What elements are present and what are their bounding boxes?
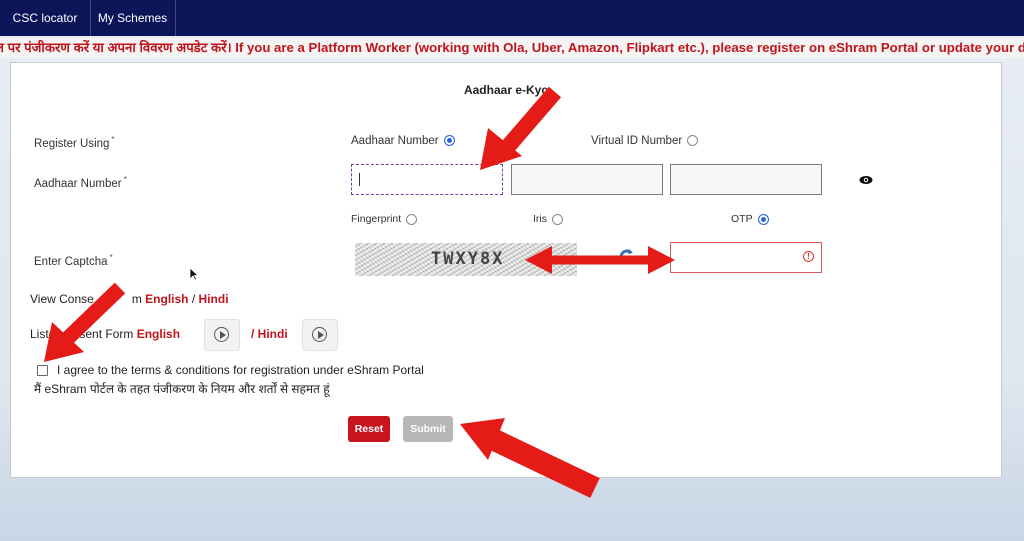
radio-otp-selected[interactable]: [757, 213, 769, 225]
radio-aadhaar-selected[interactable]: [443, 135, 455, 147]
captcha-label-text: Enter Captcha: [34, 255, 108, 268]
form-title: Aadhaar e-Kyc: [463, 83, 549, 97]
play-hindi-button[interactable]: [302, 319, 338, 351]
consent-english-link[interactable]: English: [145, 292, 188, 306]
nav-my-schemes[interactable]: My Schemes: [90, 0, 176, 36]
radio-iris-circle[interactable]: [552, 213, 563, 225]
otp-label: OTP: [731, 213, 753, 225]
error-icon: !: [803, 251, 814, 262]
radio-virtual-id-label: Virtual ID Number: [591, 135, 683, 147]
play-triangle: [220, 331, 226, 339]
play-english-button[interactable]: [204, 319, 240, 351]
listen-separator: /: [251, 327, 258, 341]
radio-fingerprint-circle[interactable]: [406, 213, 418, 225]
aadhaar-input-part-1[interactable]: [351, 164, 503, 195]
aadhaar-input-part-3[interactable]: [670, 164, 822, 195]
consent-separator: /: [191, 292, 196, 306]
consent-hindi-link[interactable]: Hindi: [199, 292, 229, 306]
listen-hindi-row: / Hindi: [251, 327, 288, 341]
captcha-label: Enter Captcha *: [34, 253, 113, 268]
view-consent-form-row: View Conse m English / Hindi: [30, 292, 229, 306]
play-triangle: [318, 331, 324, 339]
radio-fingerprint[interactable]: Fingerprint: [351, 213, 418, 225]
radio-otp[interactable]: OTP: [731, 213, 769, 225]
refresh-icon[interactable]: [616, 246, 638, 273]
register-using-label: Register Using *: [34, 135, 115, 150]
eye-icon[interactable]: [859, 173, 873, 188]
required-mark: *: [123, 175, 127, 184]
listen-prefix: Liste: [30, 327, 56, 341]
fingerprint-label: Fingerprint: [351, 213, 402, 225]
nav-csc-locator[interactable]: CSC locator: [0, 0, 91, 36]
listen-suffix: sent Form: [79, 327, 134, 341]
agree-checkbox[interactable]: [37, 365, 48, 376]
register-using-text: Register Using: [34, 137, 110, 150]
aadhaar-input-part-2[interactable]: [511, 164, 663, 195]
agree-text-en: I agree to the terms & conditions for re…: [57, 363, 424, 377]
radio-virtual-id-circle[interactable]: [687, 135, 699, 147]
required-mark: *: [109, 253, 113, 262]
radio-iris[interactable]: Iris: [533, 213, 563, 225]
aadhaar-number-label: Aadhaar Number *: [34, 175, 127, 190]
text-caret: [359, 173, 360, 186]
reset-button[interactable]: Reset: [348, 416, 390, 442]
listen-consent-form-row: Liste sent Form English: [30, 327, 180, 341]
listen-english-link[interactable]: English: [137, 327, 180, 341]
listen-hindi-link[interactable]: Hindi: [258, 327, 288, 341]
submit-button[interactable]: Submit: [403, 416, 453, 442]
agree-text-hi: मैं eShram पोर्टल के तहत पंजीकरण के नियम…: [34, 382, 330, 396]
radio-aadhaar-label: Aadhaar Number: [351, 135, 439, 147]
announcement-ticker: ल पर पंजीकरण करें या अपना विवरण अपडेट कर…: [0, 38, 1024, 58]
mouse-cursor-icon: [189, 267, 200, 284]
consent-prefix: View Conse: [30, 292, 94, 306]
captcha-input[interactable]: !: [670, 242, 822, 273]
iris-label: Iris: [533, 213, 547, 225]
radio-virtual-id[interactable]: Virtual ID Number: [591, 135, 699, 147]
top-navbar: CSC locator My Schemes: [0, 0, 1024, 36]
ekyc-form-card: Aadhaar e-Kyc Register Using * Aadhaar Nu…: [10, 62, 1002, 478]
aadhaar-label-text: Aadhaar Number: [34, 177, 122, 190]
ticker-text: ल पर पंजीकरण करें या अपना विवरण अपडेट कर…: [0, 40, 1024, 55]
captcha-image: TWXY8X: [355, 243, 577, 276]
radio-aadhaar-number[interactable]: Aadhaar Number: [351, 135, 455, 147]
consent-suffix: m: [131, 292, 142, 306]
required-mark: *: [111, 135, 115, 144]
